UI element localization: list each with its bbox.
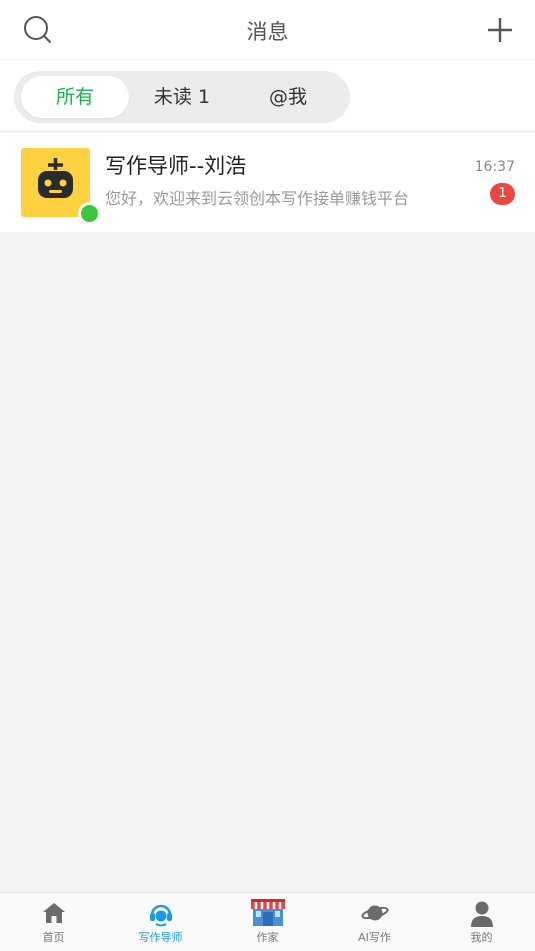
conversation-time: 16:37 xyxy=(474,159,515,175)
tab-mentions[interactable]: @我 xyxy=(235,76,341,118)
tab-label: 作家 xyxy=(256,931,279,944)
tab-profile[interactable]: 我的 xyxy=(428,893,535,951)
tab-unread[interactable]: 未读 1 xyxy=(129,76,235,118)
home-icon xyxy=(0,900,107,928)
bottom-tab-bar: 首页 写作导师 作家 AI写作 我的 xyxy=(0,892,535,951)
filter-segmented-control: 所有 未读 1 @我 xyxy=(14,71,350,123)
tab-writer[interactable]: 作家 xyxy=(214,893,321,951)
tab-label: 首页 xyxy=(42,931,65,944)
conversation-list: 写作导师--刘浩 您好，欢迎来到云领创本写作接单赚钱平台 16:37 1 xyxy=(0,133,535,232)
conversation-preview: 您好，欢迎来到云领创本写作接单赚钱平台 xyxy=(105,189,410,208)
top-bar: 消息 xyxy=(0,0,535,60)
tab-all[interactable]: 所有 xyxy=(21,76,129,118)
user-icon xyxy=(428,900,535,928)
tab-writing-mentor[interactable]: 写作导师 xyxy=(107,893,214,951)
online-status-dot xyxy=(78,202,101,225)
tab-label: 写作导师 xyxy=(138,931,183,944)
tab-home[interactable]: 首页 xyxy=(0,893,107,951)
tab-ai-writing[interactable]: AI写作 xyxy=(321,893,428,951)
tab-label: 我的 xyxy=(470,931,493,944)
filter-bar: 所有 未读 1 @我 xyxy=(0,60,535,132)
conversation-name: 写作导师--刘浩 xyxy=(105,154,247,178)
page-title: 消息 xyxy=(246,20,289,44)
store-icon xyxy=(214,897,321,926)
plus-icon[interactable] xyxy=(485,15,515,45)
headset-icon xyxy=(107,900,214,928)
conversation-item[interactable]: 写作导师--刘浩 您好，欢迎来到云领创本写作接单赚钱平台 16:37 1 xyxy=(0,133,535,232)
planet-icon xyxy=(321,900,428,928)
unread-badge: 1 xyxy=(490,183,515,205)
tab-label: AI写作 xyxy=(358,931,391,944)
